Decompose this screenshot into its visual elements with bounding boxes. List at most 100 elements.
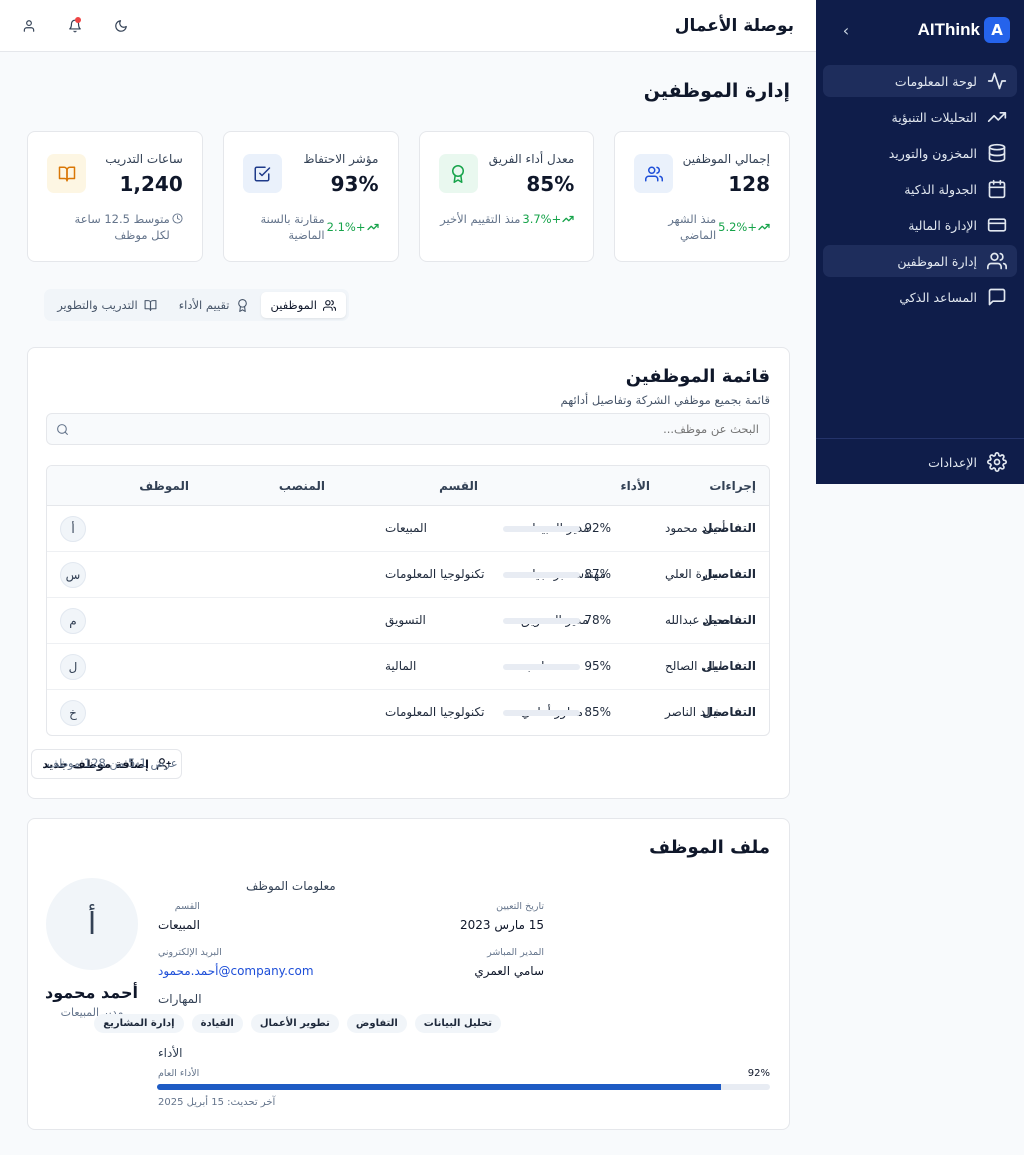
performance-value: 87% <box>584 567 611 581</box>
book-open-icon <box>47 154 86 193</box>
topbar-actions <box>18 15 132 37</box>
avatar: خ <box>60 700 86 726</box>
kpi-note: مقارنة بالسنة الماضية <box>260 212 325 242</box>
table-row[interactable]: ل ليلى الصالح محاسبة المالية 95% التفاصي… <box>47 644 769 690</box>
page-title: إدارة الموظفين <box>643 80 790 102</box>
sidebar-item-label: الإدارة المالية <box>908 217 977 233</box>
tab-training[interactable]: التدريب والتطوير <box>47 292 167 318</box>
column-employee[interactable]: الموظف <box>139 479 189 493</box>
email-link[interactable]: أحمد.محمود@company.com <box>158 964 314 978</box>
kpi-footer: متوسط 12.5 ساعة لكل موظف <box>47 211 183 243</box>
table-row[interactable]: م محمد عبدالله مدير التسويق التسويق 78% … <box>47 598 769 644</box>
sidebar-item-label: المساعد الذكي <box>899 289 977 305</box>
table-body: أ أحمد محمود مدير المبيعات المبيعات 92% … <box>47 506 769 735</box>
sidebar-item-dashboard[interactable]: لوحة المعلومات <box>823 65 1017 97</box>
database-icon <box>987 143 1007 163</box>
book-open-icon <box>144 299 157 312</box>
table-row[interactable]: س سارة العلي مهندسة برمجيات تكنولوجيا ال… <box>47 552 769 598</box>
users-icon <box>634 154 674 193</box>
user-icon <box>22 19 36 33</box>
skills-list: تحليل البيانات التفاوض تطوير الأعمال الق… <box>94 1014 501 1033</box>
brand[interactable]: A AIThink <box>918 17 1010 43</box>
sidebar-item-label: التحليلات التنبؤية <box>891 109 977 125</box>
kpi-note: منذ الشهر الماضي <box>668 212 717 242</box>
table-header: الموظف المنصب القسم الأداء إجراءات <box>47 466 769 506</box>
kpi-note: متوسط 12.5 ساعة لكل موظف <box>74 212 170 242</box>
overall-performance-fill <box>157 1084 721 1090</box>
tab-label: الموظفين <box>270 298 317 312</box>
column-department[interactable]: القسم <box>439 479 478 493</box>
performance-bar <box>503 664 580 670</box>
table-row[interactable]: خ خالد الناصر مطور أمامي تكنولوجيا المعل… <box>47 690 769 735</box>
performance-value: 92% <box>584 521 611 535</box>
skill-chip: القيادة <box>191 1014 243 1033</box>
kpi-note: منذ التقييم الأخير <box>440 212 521 226</box>
kpi-retention: مؤشر الاحتفاظ 93% +2.1% مقارنة بالسنة ال… <box>222 131 399 262</box>
table-row[interactable]: أ أحمد محمود مدير المبيعات المبيعات 92% … <box>47 506 769 552</box>
employee-department: المبيعات <box>385 521 427 535</box>
main-content: بوصلة الأعمال إدارة الموظفين إجمالي المو… <box>0 0 816 1155</box>
card-subtitle: قائمة بجميع موظفي الشركة وتفاصيل أدائهم <box>560 393 770 407</box>
user-menu-button[interactable] <box>18 15 40 37</box>
gear-icon <box>987 452 1007 472</box>
column-performance[interactable]: الأداء <box>621 479 650 493</box>
tab-performance[interactable]: تقييم الأداء <box>169 292 259 318</box>
performance-value: 78% <box>584 613 611 627</box>
sidebar-item-finance[interactable]: الإدارة المالية <box>823 209 1017 241</box>
sidebar-item-inventory[interactable]: المخزون والتوريد <box>823 137 1017 169</box>
kpi-delta: +5.2% <box>718 211 770 243</box>
section-tabs: الموظفين تقييم الأداء التدريب والتطوير <box>44 289 349 321</box>
message-square-icon <box>987 287 1007 307</box>
manager: المدير المباشر سامي العمري <box>474 947 544 978</box>
tab-label: تقييم الأداء <box>178 298 230 312</box>
sidebar-item-settings[interactable]: الإعدادات <box>823 449 1017 475</box>
details-link[interactable]: التفاصيل <box>702 613 756 627</box>
performance-bar <box>503 526 580 532</box>
card-title: ملف الموظف <box>649 837 770 858</box>
trend-up-icon <box>366 221 379 233</box>
sidebar-item-employees[interactable]: إدارة الموظفين <box>823 245 1017 277</box>
card-title: قائمة الموظفين <box>625 366 770 387</box>
info-value: 15 مارس 2023 <box>460 918 544 932</box>
performance-heading: الأداء <box>158 1046 183 1060</box>
sidebar-collapse-button[interactable]: › <box>836 21 856 40</box>
overall-performance-bar <box>157 1084 770 1090</box>
brand-logo: A <box>984 17 1010 43</box>
employee-table: الموظف المنصب القسم الأداء إجراءات أ أحم… <box>46 465 770 736</box>
sidebar-item-label: الجدولة الذكية <box>904 181 977 197</box>
employee-profile-card: ملف الموظف أ أحمد محمود مدير المبيعات مع… <box>27 818 790 1130</box>
activity-icon <box>987 71 1007 91</box>
avatar: س <box>60 562 86 588</box>
column-actions[interactable]: إجراءات <box>709 479 756 493</box>
search-input[interactable] <box>57 422 759 436</box>
kpi-delta-value: +5.2% <box>718 220 757 234</box>
kpi-team-performance: معدل أداء الفريق 85% +3.7% منذ التقييم ا… <box>418 131 595 262</box>
tab-employees[interactable]: الموظفين <box>260 292 346 318</box>
employee-department: تكنولوجيا المعلومات <box>385 567 485 581</box>
details-link[interactable]: التفاصيل <box>702 567 756 581</box>
trend-up-icon <box>758 221 770 233</box>
sidebar-item-assistant[interactable]: المساعد الذكي <box>823 281 1017 313</box>
notifications-button[interactable] <box>64 15 86 37</box>
avatar: م <box>60 608 86 634</box>
performance-bar <box>503 618 580 624</box>
kpi-cards: إجمالي الموظفين 128 +5.2% منذ الشهر الما… <box>27 131 790 262</box>
employee-list-card: قائمة الموظفين قائمة بجميع موظفي الشركة … <box>27 347 790 799</box>
column-position[interactable]: المنصب <box>279 479 325 493</box>
sidebar-item-predictive[interactable]: التحليلات التنبؤية <box>823 101 1017 133</box>
department: القسم المبيعات <box>158 901 200 932</box>
avatar: أ <box>60 516 86 542</box>
details-link[interactable]: التفاصيل <box>702 705 756 719</box>
kpi-delta-value: +3.7% <box>522 212 562 226</box>
sidebar-item-scheduling[interactable]: الجدولة الذكية <box>823 173 1017 205</box>
avatar: ل <box>60 654 86 680</box>
brand-name: AIThink <box>917 20 980 39</box>
info-value: سامي العمري <box>474 964 544 978</box>
details-link[interactable]: التفاصيل <box>702 521 756 535</box>
notification-dot <box>75 16 81 23</box>
details-link[interactable]: التفاصيل <box>702 659 756 673</box>
info-value: المبيعات <box>158 918 200 932</box>
employee-department: المالية <box>385 659 417 673</box>
theme-toggle-button[interactable] <box>110 15 132 37</box>
sidebar-nav: لوحة المعلومات التحليلات التنبؤية المخزو… <box>816 60 1024 313</box>
